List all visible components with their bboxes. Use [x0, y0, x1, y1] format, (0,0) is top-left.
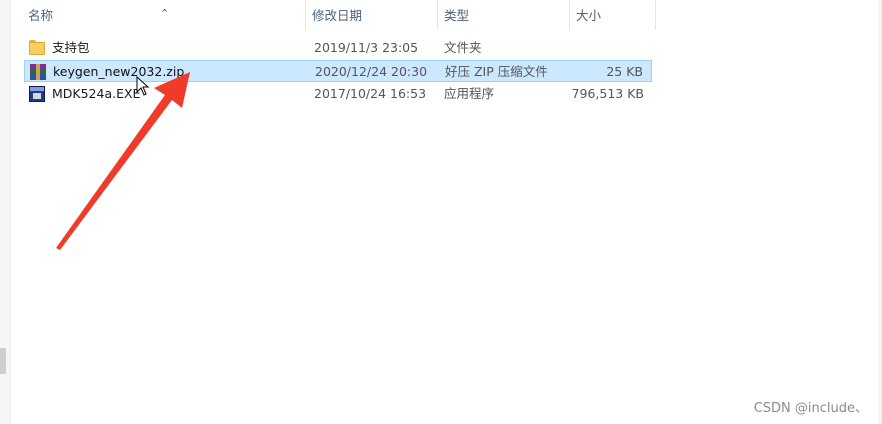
file-name: 支持包 [52, 40, 90, 55]
file-type: 文件夹 [444, 40, 482, 55]
column-header-size[interactable]: 大小 [570, 0, 656, 30]
file-row-zip-selected[interactable]: keygen_new2032.zip 2020/12/24 20:30 好压 Z… [24, 60, 652, 82]
column-header-date[interactable]: 修改日期 [306, 0, 438, 30]
folder-icon [29, 40, 45, 55]
file-date: 2017/10/24 16:53 [314, 86, 427, 101]
window-edge [878, 0, 882, 424]
file-date: 2020/12/24 20:30 [315, 64, 428, 79]
file-row-folder[interactable]: 支持包 2019/11/3 23:05 文件夹 [24, 37, 652, 59]
mouse-pointer-icon [136, 76, 150, 96]
zip-archive-icon [30, 64, 46, 80]
exe-app-icon [29, 86, 45, 102]
file-name: MDK524a.EXE [52, 86, 141, 101]
sort-ascending-icon: ⌃ [160, 7, 170, 20]
file-size: 796,513 KB [571, 86, 644, 101]
file-type: 应用程序 [444, 86, 495, 101]
file-date: 2019/11/3 23:05 [314, 40, 419, 55]
column-header-size-label: 大小 [576, 8, 602, 23]
column-header-bar: 名称 ⌃ 修改日期 类型 大小 [22, 0, 656, 30]
column-header-name-label: 名称 [28, 8, 54, 23]
file-name: keygen_new2032.zip [53, 64, 185, 79]
column-header-type-label: 类型 [444, 8, 470, 23]
file-type: 好压 ZIP 压缩文件 [445, 64, 548, 79]
file-size: 25 KB [606, 64, 643, 79]
column-header-type[interactable]: 类型 [438, 0, 570, 30]
column-header-date-label: 修改日期 [312, 8, 363, 23]
column-header-name[interactable]: 名称 ⌃ [22, 0, 306, 30]
watermark: CSDN @include、 [753, 401, 868, 416]
scrollbar-thumb[interactable] [0, 348, 6, 374]
file-row-exe[interactable]: MDK524a.EXE 2017/10/24 16:53 应用程序 796,51… [24, 83, 652, 105]
